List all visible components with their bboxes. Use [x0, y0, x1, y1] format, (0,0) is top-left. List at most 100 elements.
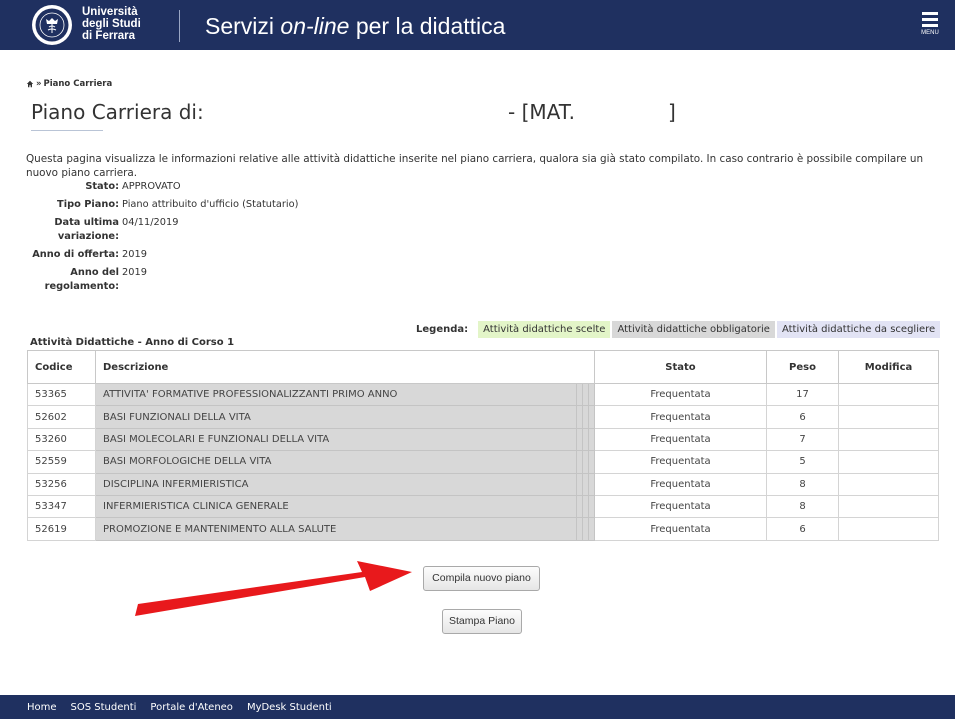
menu-label: MENU	[921, 30, 939, 36]
cell-descrizione: BASI MORFOLOGICHE DELLA VITA	[95, 450, 577, 474]
column-header-peso: Peso	[766, 350, 839, 384]
info-row-stato: Stato: APPROVATO	[26, 180, 298, 194]
info-value: 04/11/2019	[122, 217, 179, 228]
cell-modifica	[838, 494, 939, 519]
breadcrumb-current: Piano Carriera	[43, 79, 113, 89]
info-row-anno-regolamento: Anno del regolamento: 2019	[26, 266, 298, 294]
info-row-tipo-piano: Tipo Piano: Piano attribuito d'ufficio (…	[26, 198, 298, 212]
info-label: Anno del regolamento:	[44, 267, 119, 292]
cell-codice: 53260	[27, 427, 96, 452]
table-row: 53347 INFERMIERISTICA CLINICA GENERALE Fre…	[27, 494, 939, 519]
legend-label: Legenda:	[416, 323, 469, 335]
page-title-close-bracket: ]	[668, 100, 676, 124]
university-name-line: degli Studi	[82, 18, 141, 30]
table-row: 53365 ATTIVITA' FORMATIVE PROFESSIONALIZZ…	[27, 382, 939, 407]
legend-item-obbligatorie: Attività didattiche obbligatorie	[612, 320, 775, 338]
info-value: Piano attribuito d'ufficio (Statutario)	[122, 199, 299, 210]
activities-table: Codice Descrizione Stato Peso Modifica 5…	[27, 350, 939, 541]
footer-link-portale-ateneo[interactable]: Portale d'Ateneo	[150, 702, 233, 713]
cell-peso: 6	[766, 517, 839, 541]
cell-descrizione: PROMOZIONE E MANTENIMENTO ALLA SALUTE	[95, 517, 577, 541]
university-name-line: di Ferrara	[82, 30, 136, 42]
cell-descrizione: BASI FUNZIONALI DELLA VITA	[95, 405, 577, 429]
footer-link-home[interactable]: Home	[27, 702, 57, 713]
site-title-emphasis: on-line	[280, 13, 350, 39]
cell-codice: 53256	[27, 472, 96, 496]
cell-stato: Frequentata	[594, 382, 767, 407]
intro-text: Questa pagina visualizza le informazioni…	[26, 153, 924, 179]
menu-button[interactable]: MENU	[918, 12, 942, 42]
cell-stato: Frequentata	[594, 427, 767, 452]
page-title: Piano Carriera di:	[31, 100, 204, 124]
hamburger-icon	[922, 12, 938, 27]
site-header: Università degli Studi di Ferrara Serviz…	[0, 0, 955, 50]
footer-link-sos-studenti[interactable]: SOS Studenti	[71, 702, 137, 713]
header-divider	[179, 10, 180, 42]
stampa-piano-button[interactable]: Stampa Piano	[442, 609, 522, 634]
cell-codice: 53347	[27, 494, 96, 519]
table-header-row: Codice Descrizione Stato Peso Modifica	[27, 350, 939, 384]
cell-stato: Frequentata	[594, 405, 767, 429]
breadcrumb: » Piano Carriera	[26, 79, 112, 89]
table-row: 52602 BASI FUNZIONALI DELLA VITA Frequenta…	[27, 405, 939, 429]
table-row: 53256 DISCIPLINA INFERMIERISTICA Frequenta…	[27, 472, 939, 496]
cell-modifica	[838, 472, 939, 496]
site-title-part: Servizi	[205, 13, 281, 39]
cell-codice: 52619	[27, 517, 96, 541]
cell-descrizione: INFERMIERISTICA CLINICA GENERALE	[95, 494, 577, 519]
legend-item-da-scegliere: Attività didattiche da scegliere	[776, 320, 941, 338]
footer-link-mydesk-studenti[interactable]: MyDesk Studenti	[247, 702, 332, 713]
cell-stato: Frequentata	[594, 450, 767, 474]
breadcrumb-separator: »	[36, 79, 42, 89]
table-caption: Attività Didattiche - Anno di Corso 1	[30, 337, 235, 348]
university-seal-logo[interactable]	[32, 5, 72, 45]
info-label: Tipo Piano:	[57, 199, 119, 210]
cell-descrizione: BASI MOLECOLARI E FUNZIONALI DELLA VITA	[95, 427, 577, 452]
table-row: 52559 BASI MORFOLOGICHE DELLA VITA Frequen…	[27, 450, 939, 474]
legend-item-scelte: Attività didattiche scelte	[478, 320, 611, 338]
info-label: Data ultima variazione:	[54, 217, 119, 242]
university-name[interactable]: Università degli Studi di Ferrara	[82, 6, 141, 42]
cell-codice: 52559	[27, 450, 96, 474]
home-icon[interactable]	[26, 80, 34, 88]
title-underline	[31, 130, 103, 131]
info-label: Stato:	[85, 181, 119, 192]
column-header-modifica: Modifica	[838, 350, 939, 384]
cell-peso: 7	[766, 427, 839, 452]
cell-stato: Frequentata	[594, 494, 767, 519]
info-row-data-variazione: Data ultima variazione: 04/11/2019	[26, 216, 298, 244]
info-row-anno-offerta: Anno di offerta: 2019	[26, 248, 298, 262]
column-header-stato: Stato	[594, 350, 767, 384]
cell-modifica	[838, 450, 939, 474]
table-row: 52619 PROMOZIONE E MANTENIMENTO ALLA SALU…	[27, 517, 939, 541]
cell-stato: Frequentata	[594, 472, 767, 496]
university-name-line: Università	[82, 6, 138, 18]
site-footer: Home SOS Studenti Portale d'Ateneo MyDes…	[0, 695, 955, 719]
cell-peso: 8	[766, 494, 839, 519]
table-row: 53260 BASI MOLECOLARI E FUNZIONALI DELLA …	[27, 427, 939, 452]
cell-peso: 5	[766, 450, 839, 474]
cell-modifica	[838, 517, 939, 541]
cell-modifica	[838, 405, 939, 429]
info-value: APPROVATO	[122, 181, 181, 192]
page-title-matricola: - [MAT.	[508, 100, 575, 124]
cell-descrizione: DISCIPLINA INFERMIERISTICA	[95, 472, 577, 496]
info-value: 2019	[122, 267, 147, 278]
cell-peso: 17	[766, 382, 839, 407]
cell-peso: 8	[766, 472, 839, 496]
cell-modifica	[838, 382, 939, 407]
column-header-descrizione: Descrizione	[95, 350, 595, 384]
cell-descrizione: ATTIVITA' FORMATIVE PROFESSIONALIZZANTI …	[95, 382, 577, 407]
cell-codice: 52602	[27, 405, 96, 429]
site-title: Servizi on-line per la didattica	[205, 13, 505, 40]
cell-codice: 53365	[27, 382, 96, 407]
cell-peso: 6	[766, 405, 839, 429]
info-value: 2019	[122, 249, 147, 260]
column-header-codice: Codice	[27, 350, 96, 384]
cell-modifica	[838, 427, 939, 452]
cell-stato: Frequentata	[594, 517, 767, 541]
site-title-part: per la didattica	[349, 13, 506, 39]
info-label: Anno di offerta:	[32, 249, 119, 260]
compila-nuovo-piano-button[interactable]: Compila nuovo piano	[423, 566, 540, 591]
career-plan-info: Stato: APPROVATO Tipo Piano: Piano attri…	[26, 180, 298, 298]
